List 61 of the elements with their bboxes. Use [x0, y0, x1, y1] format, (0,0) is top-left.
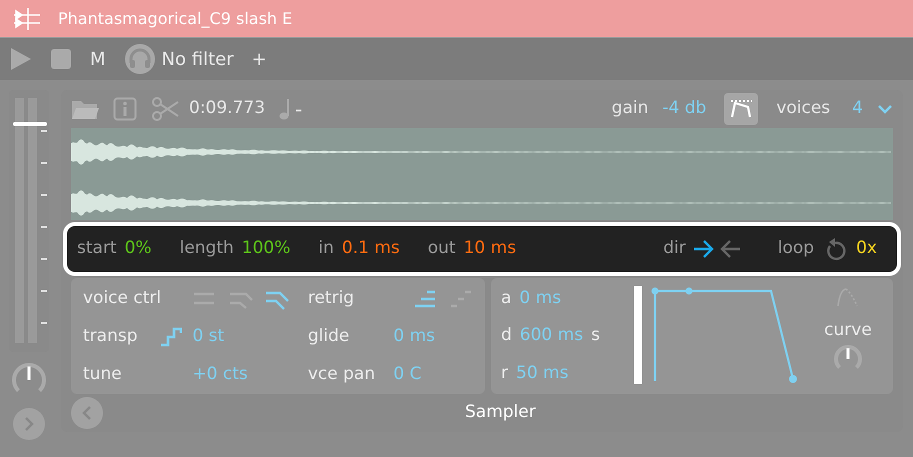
tune-value[interactable]: +0 cts	[192, 362, 248, 388]
pan-label: vce pan	[308, 363, 376, 386]
headphones-icon[interactable]	[124, 43, 156, 75]
arrow-right-icon[interactable]	[692, 238, 714, 260]
scissors-icon[interactable]	[151, 96, 179, 121]
region-value[interactable]: 0%	[124, 236, 152, 262]
glide-value[interactable]: 0 ms	[393, 324, 436, 350]
mute-button[interactable]: M	[90, 46, 106, 72]
envelope-icon[interactable]	[724, 92, 758, 125]
play-icon[interactable]	[10, 47, 32, 71]
gain-label: gain	[612, 97, 648, 120]
filter-label[interactable]: No filter	[162, 46, 234, 72]
envelope-param-value[interactable]: 600 ms	[520, 323, 584, 349]
voices-value[interactable]: 4	[852, 96, 863, 122]
note-icon	[279, 98, 292, 120]
note-value[interactable]: -	[295, 94, 302, 124]
chevron-right-icon	[24, 416, 34, 432]
pan-value[interactable]: 0 C	[393, 362, 422, 388]
device-name: Sampler	[465, 401, 536, 424]
envelope-param-suffix: s	[591, 324, 600, 348]
envelope-point[interactable]	[686, 288, 692, 295]
transp-label: transp	[83, 325, 138, 348]
gain-value[interactable]: -4 db	[662, 96, 706, 122]
envelope-param-label: a	[501, 287, 512, 310]
envelope-point[interactable]	[652, 288, 658, 295]
stop-icon[interactable]	[50, 48, 72, 70]
loop-count[interactable]: 0x	[856, 236, 877, 262]
envelope-param-label: r	[501, 362, 508, 385]
loop-icon[interactable]	[824, 236, 846, 261]
envelope-param-label: d	[501, 324, 512, 348]
arrow-left-icon[interactable]	[720, 238, 742, 260]
next-button[interactable]	[13, 408, 45, 440]
loop-label: loop	[778, 237, 814, 260]
add-button[interactable]: +	[252, 46, 267, 72]
region-label: start	[77, 237, 117, 260]
back-button[interactable]	[71, 397, 103, 430]
region-value[interactable]: 10 ms	[464, 236, 516, 262]
glide-label: glide	[308, 325, 350, 348]
envelope-param-value[interactable]: 0 ms	[519, 286, 562, 312]
time-display: 0:09.773	[189, 97, 266, 120]
tune-label: tune	[83, 363, 122, 386]
fader-handle[interactable]	[13, 122, 47, 126]
step-icon[interactable]	[160, 327, 182, 348]
transp-value[interactable]: 0 st	[192, 324, 224, 350]
curve-label: curve	[824, 319, 872, 342]
info-icon[interactable]	[113, 96, 137, 121]
region-label: out	[428, 237, 456, 260]
region-label: in	[318, 237, 334, 260]
retrig-label: retrig	[308, 287, 354, 310]
window-title: Phantasmagorical_C9 slash E	[58, 8, 292, 30]
envelope-point[interactable]	[789, 375, 797, 384]
region-value[interactable]: 0.1 ms	[342, 236, 400, 262]
chevron-down-icon[interactable]	[877, 104, 893, 114]
chevron-left-icon	[82, 405, 92, 422]
dir-label: dir	[663, 237, 686, 260]
voices-label: voices	[776, 97, 830, 120]
region-value[interactable]: 100%	[242, 236, 290, 262]
voice-ctrl-label: voice ctrl	[83, 287, 162, 310]
envelope-param-value[interactable]: 50 ms	[516, 360, 568, 386]
logo-icon	[14, 8, 40, 30]
region-label: length	[180, 237, 234, 260]
